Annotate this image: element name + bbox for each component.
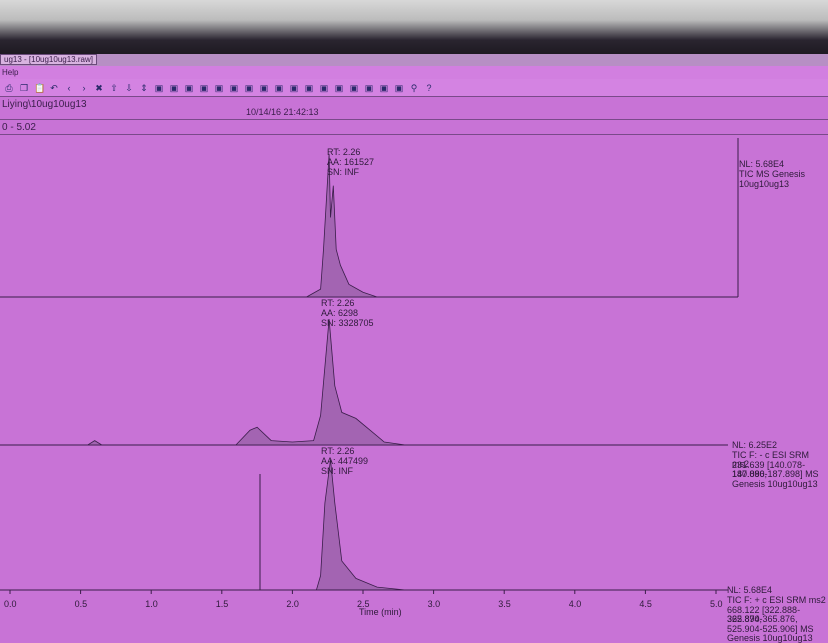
- x-tick-label: 3.5: [498, 599, 511, 609]
- peak-rt-label: RT: 2.26: [321, 446, 355, 456]
- paste-icon[interactable]: 📋: [34, 83, 45, 93]
- peak3-icon[interactable]: ▣: [214, 83, 224, 93]
- time-range-label: 0 - 5.02: [2, 122, 36, 133]
- trace-description: TIC F: + c ESI SRM ms2: [727, 595, 826, 605]
- trace-description: 365.874-365.876,: [727, 614, 798, 624]
- settings-icon[interactable]: ▣: [304, 83, 314, 93]
- peak2-icon[interactable]: ▣: [199, 83, 209, 93]
- chart2-icon[interactable]: ▣: [334, 83, 344, 93]
- menu-help[interactable]: Help: [2, 68, 18, 77]
- grid1-icon[interactable]: ▣: [244, 83, 254, 93]
- chromatogram-trace: [10, 319, 716, 446]
- normalization-level: NL: 5.68E4: [739, 159, 785, 169]
- undo-icon[interactable]: ↶: [49, 83, 59, 93]
- trace-description: TIC MS Genesis: [739, 169, 806, 179]
- x-tick-label: 1.5: [215, 599, 229, 609]
- time-range: 0 - 5.02: [0, 120, 828, 135]
- trace-description: 187.896-187.898] MS: [732, 469, 819, 479]
- chromatogram-chart: [0, 138, 739, 594]
- peak-area-label: AA: 447499: [321, 456, 369, 466]
- window-title: ug13 - [10ug10ug13.raw]: [0, 54, 97, 65]
- trace-description: 10ug10ug13: [739, 178, 790, 189]
- trace-description: Genesis 10ug10ug13: [727, 633, 813, 643]
- active-icon[interactable]: ▣: [289, 83, 299, 93]
- x-tick-label: 4.5: [639, 599, 652, 609]
- copy-icon[interactable]: ❐: [19, 83, 29, 93]
- pin-icon[interactable]: ⚲: [409, 83, 419, 93]
- peak-sn-label: SN: INF: [327, 167, 360, 177]
- display2-icon[interactable]: ▣: [169, 83, 179, 93]
- help-icon[interactable]: ?: [424, 83, 434, 93]
- file-path: Liying\10ug10ug13: [2, 99, 87, 110]
- trace-description: Genesis 10ug10ug13: [732, 478, 818, 489]
- peak-rt-label: RT: 2.26: [327, 147, 361, 157]
- toolbar: ⎙ ❐ 📋 ↶ ‹ › ✖ ⇧ ⇩ ⇕ ▣ ▣ ▣ ▣ ▣ ▣ ▣ ▣ ▣ ▣ ▣ ▣ ▣ ▣ ▣ ▣ ▣ ⚲?: [0, 79, 828, 97]
- x-axis-title: Time (min): [359, 607, 402, 617]
- chart4-icon[interactable]: ▣: [364, 83, 374, 93]
- x-tick-label: 5.0: [710, 599, 723, 609]
- x-tick-label: 0.0: [4, 599, 17, 609]
- peak-sn-label: SN: INF: [321, 466, 354, 476]
- print-icon[interactable]: ⎙: [4, 83, 14, 93]
- x-tick-label: 0.5: [74, 599, 88, 609]
- trace-description: 525.904-525.906] MS: [727, 623, 814, 634]
- arrow-up-icon[interactable]: ⇧: [109, 83, 119, 93]
- display-icon[interactable]: ▣: [154, 83, 164, 93]
- title-bar: ug13 - [10ug10ug13.raw]: [0, 54, 828, 66]
- x-tick-label: 2.0: [286, 599, 299, 609]
- arrow-down-icon[interactable]: ⇩: [124, 83, 134, 93]
- peak-area-label: AA: 6298: [321, 308, 359, 318]
- menu-bar: Help: [0, 66, 828, 79]
- peak-area-label: AA: 161527: [327, 157, 375, 167]
- grid3-icon[interactable]: ▣: [274, 83, 284, 93]
- info-bar: Liying\10ug10ug13 10/14/16 21:42:13: [0, 97, 828, 120]
- x-tick-label: 4.0: [568, 599, 582, 609]
- zoom-fit-icon[interactable]: ✖: [94, 83, 104, 93]
- back-icon[interactable]: ‹: [64, 83, 74, 93]
- peak1-icon[interactable]: ▣: [184, 83, 194, 93]
- peak-rt-label: RT: 2.26: [321, 298, 355, 308]
- normalization-level: NL: 5.68E4: [727, 585, 773, 595]
- chart1-icon[interactable]: ▣: [319, 83, 329, 93]
- forward-icon[interactable]: ›: [79, 83, 89, 93]
- grid2-icon[interactable]: ▣: [259, 83, 269, 93]
- chart3-icon[interactable]: ▣: [349, 83, 359, 93]
- x-tick-label: 3.0: [427, 599, 441, 609]
- chromatogram-trace: [10, 459, 716, 591]
- spectrum1-icon[interactable]: ▣: [379, 83, 389, 93]
- acquisition-datetime: 10/14/16 21:42:13: [246, 107, 319, 117]
- normalization-level: NL: 6.25E2: [732, 440, 778, 450]
- spectrum2-icon[interactable]: ▣: [394, 83, 404, 93]
- arrows-updown-icon[interactable]: ⇕: [139, 83, 149, 93]
- peak-sn-label: SN: 3328705: [321, 318, 374, 328]
- monitor-bezel: [0, 0, 828, 56]
- peak4-icon[interactable]: ▣: [229, 83, 239, 93]
- x-tick-label: 1.0: [145, 599, 158, 609]
